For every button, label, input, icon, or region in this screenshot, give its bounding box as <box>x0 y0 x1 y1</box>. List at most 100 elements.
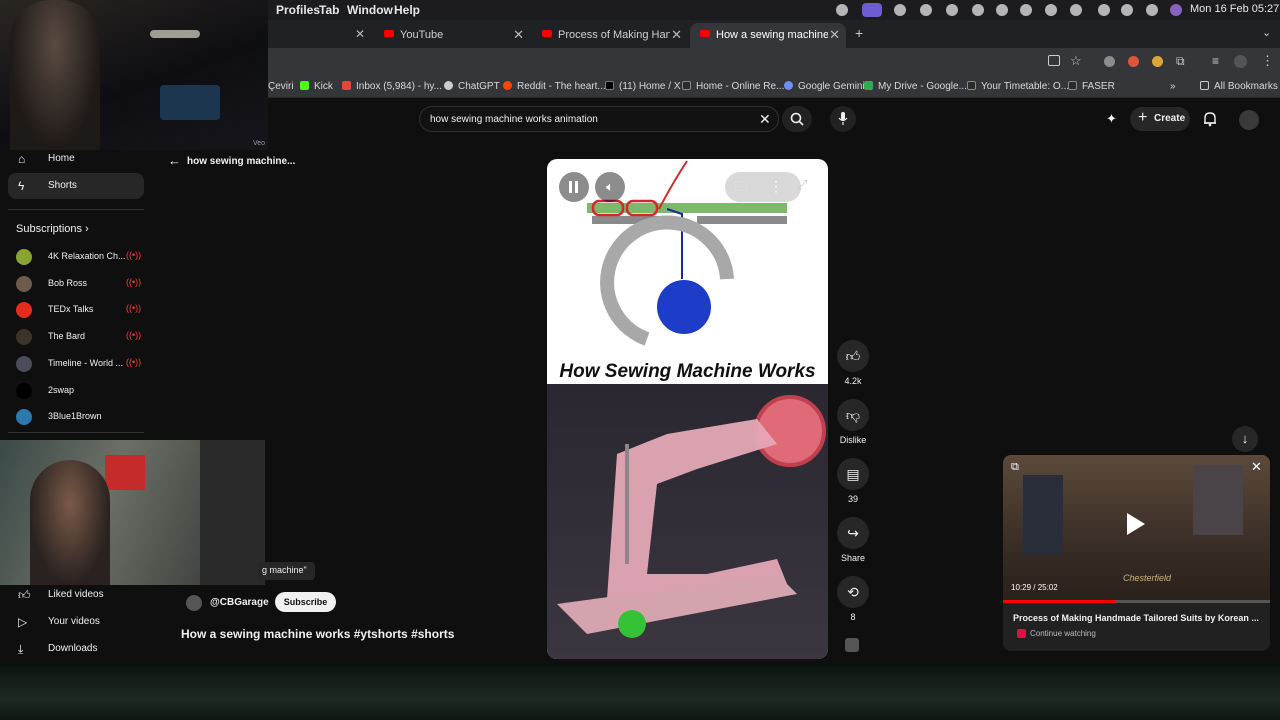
clear-search-icon[interactable]: ✕ <box>759 111 771 128</box>
account-avatar[interactable] <box>1239 110 1259 130</box>
bookmark-item[interactable]: My Drive - Google... <box>864 81 967 92</box>
channel-avatar <box>16 275 32 292</box>
tab-search-icon[interactable]: ⌄ <box>1262 26 1271 39</box>
subscribe-button[interactable]: Subscribe <box>275 592 336 612</box>
menu-window[interactable]: Window <box>347 3 393 17</box>
status-icon[interactable] <box>836 4 848 16</box>
bookmark-item[interactable]: Home - Online Re... <box>682 81 784 92</box>
siri-icon[interactable] <box>1170 4 1182 16</box>
miniplayer[interactable]: Chesterfield ⧉ ✕ 10:29 / 25:02 Process o… <box>1003 455 1270 651</box>
bookmark-item[interactable]: (11) Home / X <box>605 81 681 92</box>
channel-name[interactable]: @CBGarage <box>210 597 269 608</box>
tab-handmade-suits[interactable]: Process of Making Handmade ✕ <box>532 23 688 48</box>
sidebar-item-your-videos[interactable]: ▷ Your videos <box>8 609 144 635</box>
search-button[interactable] <box>782 106 812 132</box>
close-icon[interactable]: ✕ <box>355 27 365 41</box>
create-button[interactable]: + Create <box>1130 107 1190 131</box>
search-term-chip[interactable]: g machine" <box>258 562 315 580</box>
fullscreen-icon[interactable]: ⤢ <box>797 177 807 193</box>
status-icon[interactable] <box>920 4 932 16</box>
thumbs-up-icon: 👍︎ <box>18 588 31 602</box>
back-arrow-icon[interactable]: ← <box>168 153 181 168</box>
shorts-video-player[interactable]: How Sewing Machine Works 🔈︎ ⋮ ⤢ <box>547 159 828 659</box>
close-miniplayer-icon[interactable]: ✕ <box>1251 459 1262 475</box>
expand-miniplayer-icon[interactable]: ⧉ <box>1011 461 1019 474</box>
profile-avatar[interactable] <box>1234 55 1247 68</box>
miniplayer-progress-track[interactable] <box>1003 600 1270 603</box>
pause-button[interactable] <box>559 172 589 202</box>
bookmark-item[interactable]: Çeviri <box>268 81 294 92</box>
clock[interactable]: Mon 16 Feb 05:27 <box>1190 3 1279 15</box>
new-tab-button[interactable]: + <box>855 25 863 41</box>
sound-thumbnail[interactable] <box>845 638 859 652</box>
wifi-icon[interactable] <box>1098 4 1110 16</box>
status-icon[interactable] <box>946 4 958 16</box>
sparkle-icon[interactable]: ✦ <box>1106 111 1117 127</box>
subscription-item[interactable]: Timeline - World ... ((•)) <box>16 354 142 374</box>
back-query-label[interactable]: how sewing machine... <box>187 156 295 167</box>
all-bookmarks[interactable]: All Bookmarks <box>1200 81 1278 92</box>
play-icon[interactable] <box>1127 513 1145 535</box>
battery-icon[interactable] <box>972 4 984 16</box>
close-icon[interactable]: ✕ <box>829 27 840 43</box>
status-icon[interactable] <box>894 4 906 16</box>
subscription-item[interactable]: Bob Ross ((•)) <box>16 274 142 294</box>
subscription-item[interactable]: 2swap <box>16 381 142 401</box>
notifications-bell-icon[interactable] <box>1203 111 1217 127</box>
live-icon: ((•)) <box>126 250 142 260</box>
browser-menu-icon[interactable]: ⋮ <box>1261 53 1274 69</box>
sidebar-item-liked[interactable]: 👍︎ Liked videos <box>8 582 144 608</box>
menu-tab[interactable]: Tab <box>319 3 339 17</box>
extension-icon[interactable] <box>1104 56 1115 67</box>
tab-sewing-machine[interactable]: How a sewing machine works ✕ <box>690 23 846 48</box>
bookmark-item[interactable]: FASER <box>1068 81 1115 92</box>
screen-record-icon[interactable] <box>862 3 882 17</box>
menu-profiles[interactable]: Profiles <box>276 3 320 17</box>
search-icon[interactable] <box>1121 4 1133 16</box>
search-input[interactable]: how sewing machine works animation <box>430 114 598 125</box>
search-box[interactable]: how sewing machine works animation ✕ <box>419 106 779 132</box>
bookmark-item[interactable]: Your Timetable: O... <box>967 81 1069 92</box>
media-control-icon[interactable]: ≡ <box>1212 54 1219 68</box>
comments-button[interactable]: ▤ 39 <box>837 458 869 504</box>
subscription-item[interactable]: 4K Relaxation Ch... ((•)) <box>16 247 142 267</box>
battery-level-icon[interactable] <box>1070 4 1082 16</box>
menu-help[interactable]: Help <box>394 3 420 17</box>
bookmark-item[interactable]: Kick <box>300 81 333 92</box>
like-button[interactable]: 👍︎ 4.2k <box>837 340 869 386</box>
volume-button[interactable]: 🔈︎ <box>595 172 625 202</box>
bookmark-star-icon[interactable]: ☆ <box>1070 53 1082 69</box>
play-status-icon[interactable] <box>996 4 1008 16</box>
bookmark-item[interactable]: ChatGPT <box>444 81 500 92</box>
dislike-button[interactable]: 👎︎ Dislike <box>837 399 869 445</box>
extension-icon[interactable] <box>1152 56 1163 67</box>
car-icon[interactable] <box>1020 4 1032 16</box>
tab-youtube[interactable]: YouTube ✕ <box>374 23 530 48</box>
extensions-puzzle-icon[interactable]: ⧉ <box>1176 54 1185 69</box>
extension-icon[interactable] <box>1128 56 1139 67</box>
sidebar-item-shorts[interactable]: ϟ Shorts <box>8 173 144 199</box>
close-icon[interactable]: ✕ <box>513 27 524 43</box>
control-center-icon[interactable] <box>1146 4 1158 16</box>
voice-search-button[interactable] <box>830 106 856 132</box>
next-short-button[interactable]: ↓ <box>1232 426 1258 452</box>
headphones-icon[interactable] <box>1045 4 1057 16</box>
remix-button[interactable]: ⟲ 8 <box>837 576 869 622</box>
bookmark-item[interactable]: Reddit - The heart... <box>503 81 606 92</box>
more-options-icon[interactable]: ⋮ <box>769 178 783 195</box>
bookmarks-overflow-icon[interactable]: » <box>1170 81 1176 92</box>
subscription-item[interactable]: The Bard ((•)) <box>16 327 142 347</box>
share-button[interactable]: ↪ Share <box>837 517 869 563</box>
channel-avatar[interactable] <box>186 595 202 611</box>
sidebar-item-downloads[interactable]: ⤓ Downloads <box>8 636 144 662</box>
desktop-wallpaper <box>0 665 1280 720</box>
install-icon[interactable] <box>1048 55 1060 66</box>
subscription-item[interactable]: 3Blue1Brown <box>16 407 142 427</box>
webcam-overlay-driver: Veo <box>0 0 268 150</box>
bookmark-item[interactable]: Google Gemini <box>784 81 865 92</box>
close-icon[interactable]: ✕ <box>671 27 682 43</box>
bookmark-item[interactable]: Inbox (5,984) - hy... <box>342 81 442 92</box>
subscriptions-heading[interactable]: Subscriptions › <box>16 223 89 235</box>
subscription-item[interactable]: TEDx Talks ((•)) <box>16 300 142 320</box>
captions-icon[interactable] <box>735 181 747 191</box>
